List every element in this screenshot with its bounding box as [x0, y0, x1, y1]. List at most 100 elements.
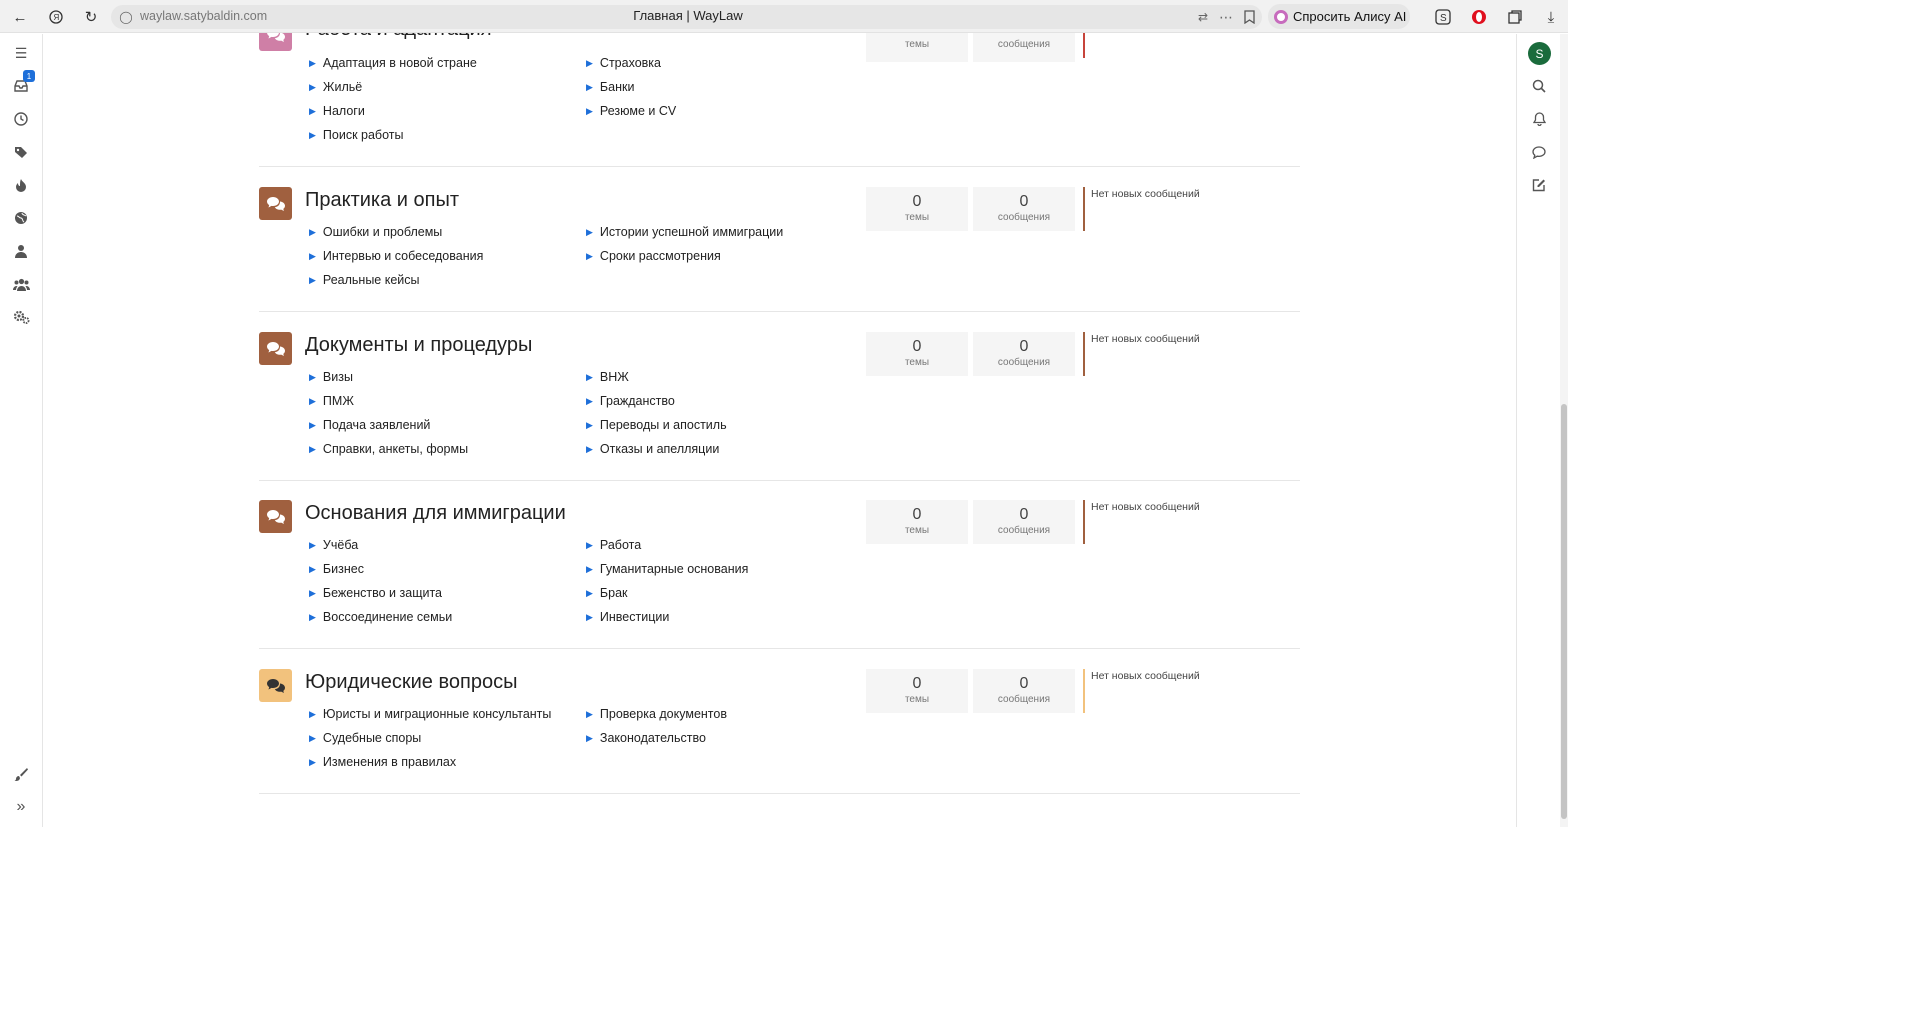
- subforum-link[interactable]: ▶ Законодательство: [586, 731, 706, 745]
- messages-count: 0: [1019, 338, 1029, 355]
- caret-right-icon: ▶: [586, 82, 593, 92]
- category-color-bar: [1083, 500, 1085, 544]
- more-dots-icon[interactable]: ⋯: [1215, 6, 1237, 28]
- messages-label: сообщения: [997, 525, 1051, 536]
- messages-stat: 0 сообщения: [973, 332, 1075, 376]
- opera-icon[interactable]: [1468, 6, 1490, 28]
- collections-icon[interactable]: [1504, 6, 1526, 28]
- category-color-bar: [1083, 187, 1085, 231]
- subforum-link[interactable]: ▶ Гуманитарные основания: [586, 562, 748, 576]
- caret-right-icon: ▶: [586, 58, 593, 68]
- subforum-link[interactable]: ▶ Жильё: [309, 80, 362, 94]
- caret-right-icon: ▶: [586, 733, 593, 743]
- messages-count: 0: [1019, 506, 1029, 523]
- chat-bubbles-icon: [259, 669, 292, 702]
- subforum-link[interactable]: ▶ Страховка: [586, 56, 661, 70]
- category-title[interactable]: Юридические вопросы: [305, 671, 517, 694]
- subforum-link[interactable]: ▶ Банки: [586, 80, 634, 94]
- tags-icon[interactable]: [12, 143, 30, 161]
- topics-label: темы: [904, 212, 930, 223]
- caret-right-icon: ▶: [586, 540, 593, 550]
- chat-bubbles-icon: [259, 187, 292, 220]
- caret-right-icon: ▶: [309, 733, 316, 743]
- topics-label: темы: [904, 694, 930, 705]
- topics-stat: 0 темы: [866, 187, 968, 231]
- paintbrush-icon[interactable]: [12, 765, 30, 783]
- messages-count: 0: [1019, 675, 1029, 692]
- category-title[interactable]: Документы и процедуры: [305, 334, 532, 357]
- subforum-link[interactable]: ▶ Интервью и собеседования: [309, 249, 483, 263]
- subforum-link[interactable]: ▶ Подача заявлений: [309, 418, 430, 432]
- caret-right-icon: ▶: [309, 564, 316, 574]
- caret-right-icon: ▶: [309, 227, 316, 237]
- subforum-link[interactable]: ▶ Бизнес: [309, 562, 364, 576]
- category-practice-experience: Практика и опыт 0 темы 0 сообщения Нет н…: [259, 187, 1300, 297]
- page-scrollbar[interactable]: [1560, 34, 1568, 827]
- caret-right-icon: ▶: [309, 130, 316, 140]
- category-legal-questions: Юридические вопросы 0 темы 0 сообщения Н…: [259, 669, 1300, 779]
- translate-icon[interactable]: ⇄: [1192, 6, 1214, 28]
- category-color-bar: [1083, 332, 1085, 376]
- search-icon[interactable]: [1530, 77, 1548, 95]
- subforum-link[interactable]: ▶ Адаптация в новой стране: [309, 56, 477, 70]
- globe-icon[interactable]: [12, 209, 30, 227]
- avatar[interactable]: S: [1528, 42, 1551, 65]
- messages-stat: 0 сообщения: [973, 500, 1075, 544]
- subforum-link[interactable]: ▶ Истории успешной иммиграции: [586, 225, 783, 239]
- bell-icon[interactable]: [1530, 110, 1548, 128]
- category-immigration-grounds: Основания для иммиграции 0 темы 0 сообще…: [259, 500, 1300, 630]
- bookmark-icon[interactable]: [1238, 6, 1260, 28]
- list-icon[interactable]: ☰: [12, 44, 30, 62]
- category-title[interactable]: Практика и опыт: [305, 189, 459, 212]
- users-group-icon[interactable]: [12, 275, 30, 293]
- caret-right-icon: ▶: [309, 709, 316, 719]
- subforum-link[interactable]: ▶ Резюме и CV: [586, 104, 676, 118]
- caret-right-icon: ▶: [309, 251, 316, 261]
- subforum-link[interactable]: ▶ Изменения в правилах: [309, 755, 456, 769]
- subforum-link[interactable]: ▶ Инвестиции: [586, 610, 669, 624]
- subforum-link[interactable]: ▶ Судебные споры: [309, 731, 421, 745]
- subforum-link[interactable]: ▶ Сроки рассмотрения: [586, 249, 721, 263]
- topics-count: 0: [912, 193, 922, 210]
- subforum-link[interactable]: ▶ Гражданство: [586, 394, 675, 408]
- topics-stat: 0 темы: [866, 669, 968, 713]
- subforum-link[interactable]: ▶ Отказы и апелляции: [586, 442, 719, 456]
- subforum-link[interactable]: ▶ Брак: [586, 586, 628, 600]
- subforum-link[interactable]: ▶ Юристы и миграционные консультанты: [309, 707, 551, 721]
- subforum-link[interactable]: ▶ Ошибки и проблемы: [309, 225, 442, 239]
- caret-right-icon: ▶: [586, 396, 593, 406]
- clock-icon[interactable]: [12, 110, 30, 128]
- user-icon[interactable]: [12, 242, 30, 260]
- caret-right-icon: ▶: [309, 540, 316, 550]
- messages-label: сообщения: [997, 39, 1051, 50]
- caret-right-icon: ▶: [586, 564, 593, 574]
- messages-label: сообщения: [997, 357, 1051, 368]
- subforum-link[interactable]: ▶ Реальные кейсы: [309, 273, 420, 287]
- subforum-link[interactable]: ▶ Проверка документов: [586, 707, 727, 721]
- extension-s-icon[interactable]: S: [1432, 6, 1454, 28]
- subforum-link[interactable]: ▶ Налоги: [309, 104, 365, 118]
- last-post-text: Нет новых сообщений: [1091, 188, 1200, 200]
- subforum-link[interactable]: ▶ Работа: [586, 538, 641, 552]
- subforum-link[interactable]: ▶ Учёба: [309, 538, 358, 552]
- ask-alice-button[interactable]: Спросить Алису AI: [1268, 4, 1410, 29]
- subforum-link[interactable]: ▶ Переводы и апостиль: [586, 418, 727, 432]
- svg-text:S: S: [1440, 13, 1447, 24]
- expand-sidebar-icon[interactable]: »: [12, 798, 30, 816]
- chat-bubble-icon[interactable]: [1530, 143, 1548, 161]
- subforum-link[interactable]: ▶ Беженство и защита: [309, 586, 442, 600]
- download-icon[interactable]: ⤓: [1540, 6, 1562, 28]
- settings-cogs-icon[interactable]: [12, 308, 30, 326]
- category-documents-procedures: Документы и процедуры 0 темы 0 сообщения…: [259, 332, 1300, 462]
- subforum-link[interactable]: ▶ Воссоединение семьи: [309, 610, 452, 624]
- scrollbar-thumb[interactable]: [1561, 404, 1567, 819]
- subforum-link[interactable]: ▶ ВНЖ: [586, 370, 629, 384]
- subforum-link[interactable]: ▶ Поиск работы: [309, 128, 403, 142]
- compose-icon[interactable]: [1530, 176, 1548, 194]
- fire-icon[interactable]: [12, 176, 30, 194]
- subforum-link[interactable]: ▶ ПМЖ: [309, 394, 354, 408]
- caret-right-icon: ▶: [309, 275, 316, 285]
- category-title[interactable]: Основания для иммиграции: [305, 502, 566, 525]
- subforum-link[interactable]: ▶ Визы: [309, 370, 353, 384]
- subforum-link[interactable]: ▶ Справки, анкеты, формы: [309, 442, 468, 456]
